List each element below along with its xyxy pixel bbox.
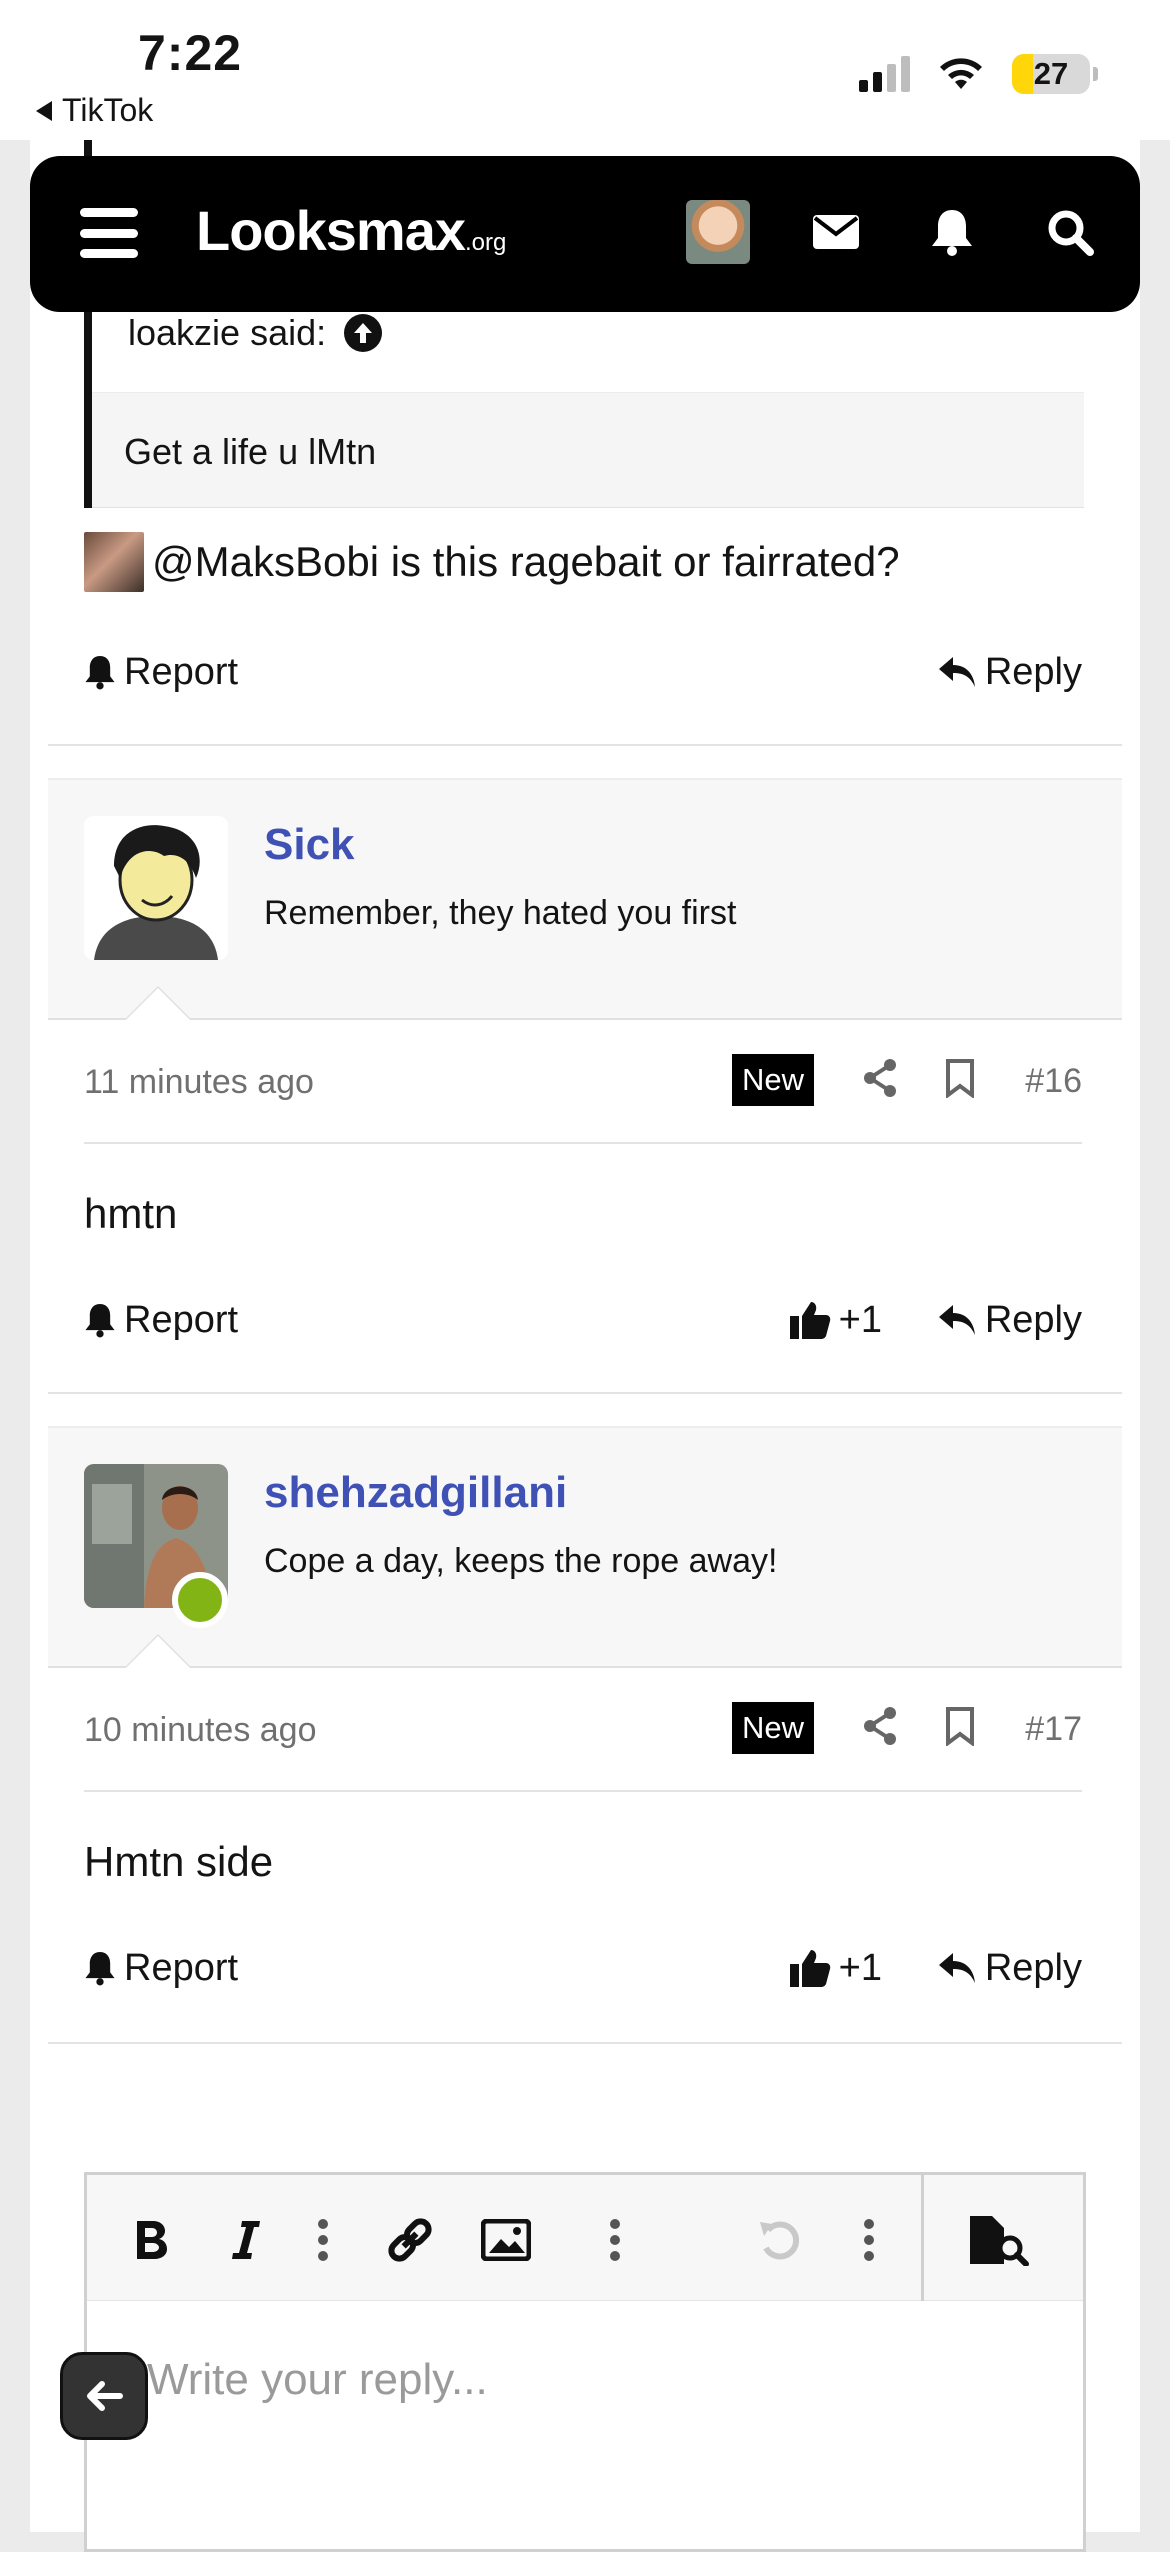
post-actions: Report Reply	[84, 642, 1082, 702]
username-link[interactable]: shehzadgillani	[264, 1468, 567, 1518]
battery-indicator: 27	[1012, 54, 1098, 94]
post-number[interactable]: #16	[1025, 1062, 1082, 1101]
post-text: Hmtn side	[84, 1838, 274, 1885]
post-meta: 11 minutes ago New #16	[84, 1052, 1082, 1112]
reply-button[interactable]: Reply	[937, 1947, 1082, 1990]
bookmark-icon[interactable]	[944, 1706, 976, 1755]
back-button[interactable]	[60, 2352, 148, 2440]
account-avatar[interactable]	[686, 200, 750, 264]
reply-button[interactable]: Reply	[937, 1299, 1082, 1342]
user-title: Remember, they hated you first	[264, 894, 737, 932]
back-to-app-link[interactable]: TikTok	[36, 92, 153, 129]
bell-icon	[85, 1952, 115, 1986]
reply-icon	[938, 1305, 975, 1335]
menu-icon[interactable]	[80, 208, 138, 258]
jump-to-quote-icon[interactable]	[344, 314, 383, 352]
report-button[interactable]: Report	[84, 1299, 238, 1342]
preview-icon[interactable]	[967, 2215, 1031, 2266]
search-icon[interactable]	[1042, 204, 1098, 260]
more-vertical-icon[interactable]	[861, 2215, 877, 2265]
divider	[48, 2042, 1122, 2044]
post-text: @MaksBobi is this ragebait or fairrated?	[152, 538, 900, 585]
report-button[interactable]: Report	[84, 651, 238, 694]
post-content: @MaksBobi is this ragebait or fairrated?	[84, 532, 900, 592]
more-vertical-icon[interactable]	[607, 2215, 623, 2265]
report-button[interactable]: Report	[84, 1947, 238, 1990]
username-link[interactable]: Sick	[264, 820, 355, 870]
post-time[interactable]: 11 minutes ago	[84, 1063, 314, 1102]
user-block-pointer	[124, 1634, 192, 1668]
quote-header[interactable]: loakzie said:	[128, 312, 383, 354]
share-icon[interactable]	[862, 1058, 898, 1107]
back-app-label: TikTok	[62, 92, 154, 128]
bell-icon	[85, 1304, 115, 1338]
post-actions: Report +1 Reply	[84, 1290, 1082, 1350]
reply-editor: Write your reply...	[84, 2172, 1086, 2552]
link-icon[interactable]	[383, 2215, 437, 2265]
post-actions: Report +1 Reply	[84, 1938, 1082, 1998]
clock: 7:22	[138, 25, 243, 81]
bookmark-icon[interactable]	[944, 1058, 976, 1107]
post-time[interactable]: 10 minutes ago	[84, 1711, 317, 1750]
toolbar-divider	[921, 2175, 924, 2301]
divider	[84, 1142, 1082, 1144]
thumbs-up-icon	[789, 1302, 830, 1339]
divider	[48, 744, 1122, 746]
divider	[84, 1790, 1082, 1792]
user-avatar[interactable]	[84, 816, 228, 960]
envelope-icon[interactable]	[808, 204, 864, 260]
bell-icon	[85, 656, 115, 690]
thumbs-up-icon	[789, 1950, 830, 1987]
bell-icon[interactable]	[924, 204, 980, 260]
divider	[48, 1392, 1122, 1394]
new-badge: New	[732, 1702, 815, 1754]
reply-icon	[938, 1953, 975, 1983]
reply-input[interactable]: Write your reply...	[147, 2355, 488, 2405]
share-icon[interactable]	[862, 1706, 898, 1755]
bold-icon[interactable]	[131, 2215, 171, 2265]
post-meta: 10 minutes ago New #17	[84, 1700, 1082, 1760]
reply-button[interactable]: Reply	[937, 651, 1082, 694]
arrow-left-icon	[87, 2381, 123, 2411]
reply-icon	[938, 657, 975, 687]
status-bar: 7:22 TikTok 27	[0, 0, 1170, 140]
user-info-block: Sick Remember, they hated you first	[48, 778, 1122, 1020]
quote-author: loakzie said:	[128, 312, 327, 353]
user-title: Cope a day, keeps the rope away!	[264, 1542, 778, 1580]
battery-percent: 27	[1033, 56, 1069, 91]
cellular-signal-icon	[859, 56, 910, 92]
status-icons: 27	[859, 54, 1098, 94]
user-info-block: shehzadgillani Cope a day, keeps the rop…	[48, 1426, 1122, 1668]
quote-text: Get a life u lMtn	[92, 392, 1084, 508]
back-triangle-icon	[36, 100, 52, 121]
online-status-indicator	[172, 1572, 228, 1628]
image-icon[interactable]	[479, 2215, 533, 2265]
editor-toolbar	[87, 2175, 1083, 2301]
new-badge: New	[732, 1054, 815, 1106]
site-logo[interactable]: Looksmax.org	[196, 198, 506, 263]
user-block-pointer	[124, 986, 192, 1020]
site-navbar: Looksmax.org	[30, 156, 1140, 312]
wifi-icon	[940, 58, 982, 89]
post-text: hmtn	[84, 1190, 178, 1237]
mention-avatar[interactable]	[84, 532, 144, 592]
post-number[interactable]: #17	[1025, 1710, 1082, 1749]
like-button[interactable]: +1	[789, 1299, 882, 1342]
like-button[interactable]: +1	[789, 1947, 882, 1990]
undo-icon[interactable]	[755, 2215, 805, 2265]
italic-icon[interactable]	[227, 2215, 263, 2265]
more-vertical-icon[interactable]	[315, 2215, 331, 2265]
